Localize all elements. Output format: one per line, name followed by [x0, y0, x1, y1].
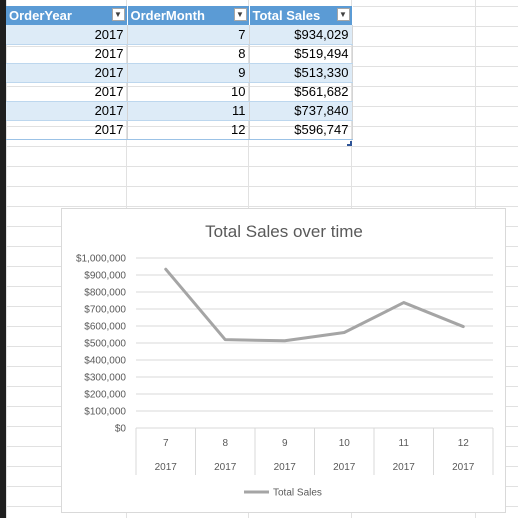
x-group-label: 2017 — [155, 462, 178, 473]
cell-total-sales[interactable]: $596,747 — [249, 120, 353, 140]
cell-total-sales[interactable]: $561,682 — [249, 82, 353, 102]
y-tick-label: $700,000 — [84, 305, 126, 316]
x-group-label: 2017 — [393, 462, 416, 473]
y-tick-label: $500,000 — [84, 339, 126, 350]
x-tick-label: 7 — [163, 438, 169, 449]
y-tick-label: $0 — [115, 424, 127, 435]
header-label: OrderYear — [9, 8, 72, 23]
header-label: Total Sales — [252, 8, 321, 23]
x-group-label: 2017 — [214, 462, 237, 473]
cell-order-year[interactable]: 2017 — [6, 120, 128, 140]
y-tick-label: $200,000 — [84, 390, 126, 401]
y-tick-label: $100,000 — [84, 407, 126, 418]
header-label: OrderMonth — [130, 8, 205, 23]
cell-order-month[interactable]: 12 — [127, 120, 250, 140]
table-row: 2017 10 $561,682 — [6, 82, 353, 102]
x-tick-label: 9 — [282, 438, 288, 449]
table-row: 2017 7 $934,029 — [6, 25, 353, 45]
cell-order-year[interactable]: 2017 — [6, 82, 128, 102]
table-row: 2017 8 $519,494 — [6, 44, 353, 64]
x-tick-label: 8 — [222, 438, 228, 449]
y-tick-label: $900,000 — [84, 271, 126, 282]
dropdown-arrow-icon[interactable]: ▼ — [111, 8, 125, 21]
cell-order-year[interactable]: 2017 — [6, 44, 128, 64]
cell-total-sales[interactable]: $737,840 — [249, 101, 353, 121]
cell-order-month[interactable]: 7 — [127, 25, 250, 45]
legend-label: Total Sales — [273, 488, 322, 499]
table-row: 2017 9 $513,330 — [6, 63, 353, 83]
x-tick-label: 10 — [339, 438, 351, 449]
dropdown-arrow-icon[interactable]: ▼ — [233, 8, 247, 21]
header-total-sales[interactable]: Total Sales ▼ — [249, 6, 353, 25]
cell-order-year[interactable]: 2017 — [6, 25, 128, 45]
header-order-year[interactable]: OrderYear ▼ — [6, 6, 128, 25]
dropdown-arrow-icon[interactable]: ▼ — [336, 8, 350, 21]
x-tick-label: 11 — [399, 438, 410, 449]
x-group-label: 2017 — [333, 462, 356, 473]
chart-plot: Total Sales over time $0 $100,000 $200,000… — [76, 222, 494, 499]
y-tick-label: $600,000 — [84, 322, 126, 333]
header-order-month[interactable]: OrderMonth ▼ — [127, 6, 250, 25]
y-tick-label: $1,000,000 — [76, 254, 126, 265]
line-chart[interactable]: Total Sales over time $0 $100,000 $200,000… — [61, 208, 506, 513]
sales-table[interactable]: OrderYear ▼ OrderMonth ▼ Total Sales ▼ 2… — [6, 6, 353, 140]
table-header-row: OrderYear ▼ OrderMonth ▼ Total Sales ▼ — [6, 6, 353, 25]
y-tick-label: $300,000 — [84, 373, 126, 384]
cell-order-year[interactable]: 2017 — [6, 101, 128, 121]
cell-total-sales[interactable]: $934,029 — [249, 25, 353, 45]
y-tick-label: $800,000 — [84, 288, 126, 299]
x-tick-label: 12 — [458, 438, 470, 449]
x-group-label: 2017 — [274, 462, 297, 473]
cell-total-sales[interactable]: $519,494 — [249, 44, 353, 64]
cell-order-year[interactable]: 2017 — [6, 63, 128, 83]
series-line — [164, 267, 465, 343]
x-group-label: 2017 — [452, 462, 475, 473]
cell-order-month[interactable]: 9 — [127, 63, 250, 83]
cell-order-month[interactable]: 11 — [127, 101, 250, 121]
cell-total-sales[interactable]: $513,330 — [249, 63, 353, 83]
table-row: 2017 11 $737,840 — [6, 101, 353, 121]
table-row: 2017 12 $596,747 — [6, 120, 353, 140]
table-resize-handle[interactable] — [347, 141, 352, 146]
chart-title[interactable]: Total Sales over time — [205, 222, 363, 241]
cell-order-month[interactable]: 10 — [127, 82, 250, 102]
y-tick-label: $400,000 — [84, 356, 126, 367]
cell-order-month[interactable]: 8 — [127, 44, 250, 64]
